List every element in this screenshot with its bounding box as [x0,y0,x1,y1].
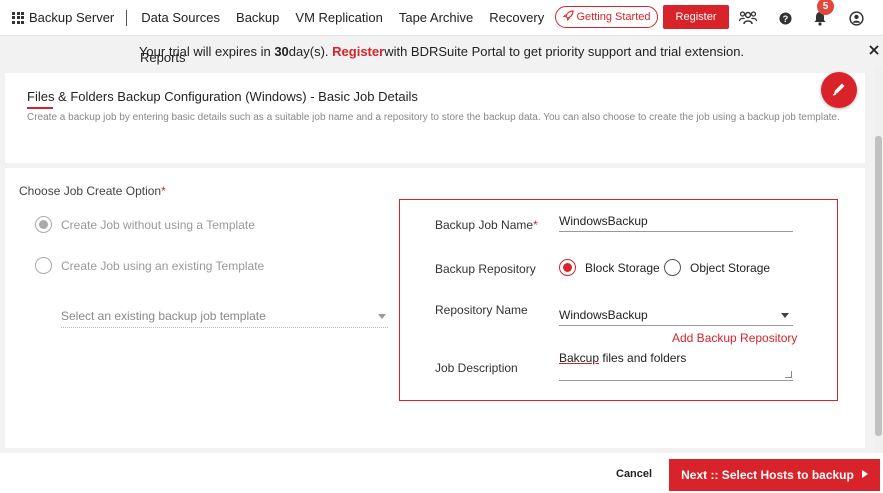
object-storage-label: Object Storage [690,260,771,275]
nav-divider [126,9,128,26]
help-icon[interactable]: ? [776,9,794,27]
radio-without-template[interactable] [35,216,52,233]
pencil-icon [831,81,847,100]
brand-name: Backup Server [29,10,115,25]
trial-days: 30 [274,43,289,59]
title-underline [27,107,53,109]
getting-started-button[interactable]: Getting Started [555,6,658,28]
radio-existing-template[interactable] [35,257,52,274]
trial-banner: Your trial will expires in 30 day(s). Re… [0,37,883,65]
job-create-option-text: Choose Job Create Option [19,184,162,198]
job-name-label-text: Backup Job Name [435,218,534,232]
job-create-option-label: Choose Job Create Option* [19,184,166,198]
brand[interactable]: Backup Server [12,10,114,25]
job-description-label: Job Description [435,361,518,375]
nav-backup[interactable]: Backup [236,10,279,25]
user-account-icon[interactable] [847,9,865,27]
block-storage-label: Block Storage [585,260,660,275]
option-existing-template[interactable]: Create Job using an existing Template [35,257,264,274]
chevron-right-icon [861,469,868,481]
edit-button[interactable] [821,72,857,108]
repository-name-select[interactable]: WindowsBackup [559,308,793,326]
nav-vm-replication[interactable]: VM Replication [295,10,382,25]
template-select-placeholder: Select an existing backup job template [61,308,266,323]
radio-object-storage[interactable] [664,259,681,276]
trial-suffix: with BDRSuite Portal to get priority sup… [384,43,745,59]
object-storage-option[interactable]: Object Storage [664,259,770,276]
add-backup-repository-link[interactable]: Add Backup Repository [672,331,797,345]
page-title: Files & Folders Backup Configuration (Wi… [27,89,418,104]
basic-details-form: Backup Job Name* WindowsBackup Backup Re… [399,199,838,401]
app-grid-icon[interactable] [12,11,24,24]
job-name-input[interactable]: WindowsBackup [559,214,793,232]
resize-handle-icon[interactable] [785,371,792,378]
block-storage-option[interactable]: Block Storage [559,259,660,276]
required-marker: * [161,184,166,198]
job-name-required: * [533,218,538,232]
footer-actions: Cancel Next :: Select Hosts to backup [0,453,883,493]
job-description-rest: files and folders [599,351,687,365]
svg-text:?: ? [782,13,788,23]
getting-started-label: Getting Started [576,11,651,23]
option-without-template[interactable]: Create Job without using a Template [35,216,255,233]
job-create-card: Choose Job Create Option* Create Job wit… [5,168,865,448]
template-select[interactable]: Select an existing backup job template [61,304,388,328]
radio-block-storage[interactable] [559,259,576,276]
job-details-header: Files & Folders Backup Configuration (Wi… [5,73,865,163]
nav-reports[interactable]: Reports [140,50,186,65]
job-name-label: Backup Job Name* [435,218,538,232]
scrollbar-thumb[interactable] [875,136,882,436]
option-without-template-label: Create Job without using a Template [61,217,255,232]
trial-register-link[interactable]: Register [332,44,384,59]
chevron-down-icon [781,313,789,318]
next-select-hosts-button[interactable]: Next :: Select Hosts to backup [669,459,880,491]
chevron-down-icon [378,314,386,319]
rocket-icon [562,10,574,24]
repository-name-label: Repository Name [435,303,528,317]
users-icon[interactable] [739,9,757,27]
close-icon[interactable] [869,42,879,58]
page-scrollbar[interactable] [874,66,883,453]
job-description-textarea[interactable]: Bakcup files and folders [559,351,793,381]
next-button-label: Next :: Select Hosts to backup [681,468,854,482]
register-button[interactable]: Register [663,5,729,29]
cancel-button[interactable]: Cancel [616,468,652,480]
job-description-misspelled-word: Bakcup [559,351,600,365]
option-existing-template-label: Create Job using an existing Template [61,258,265,273]
repository-name-value: WindowsBackup [559,308,648,322]
nav-recovery[interactable]: Recovery [489,10,544,25]
page-description: Create a backup job by entering basic de… [27,112,840,123]
repository-label: Backup Repository [435,262,536,276]
nav-tape-archive[interactable]: Tape Archive [399,10,473,25]
trial-middle: day(s). [288,43,329,59]
nav-data-sources[interactable]: Data Sources [141,10,220,25]
